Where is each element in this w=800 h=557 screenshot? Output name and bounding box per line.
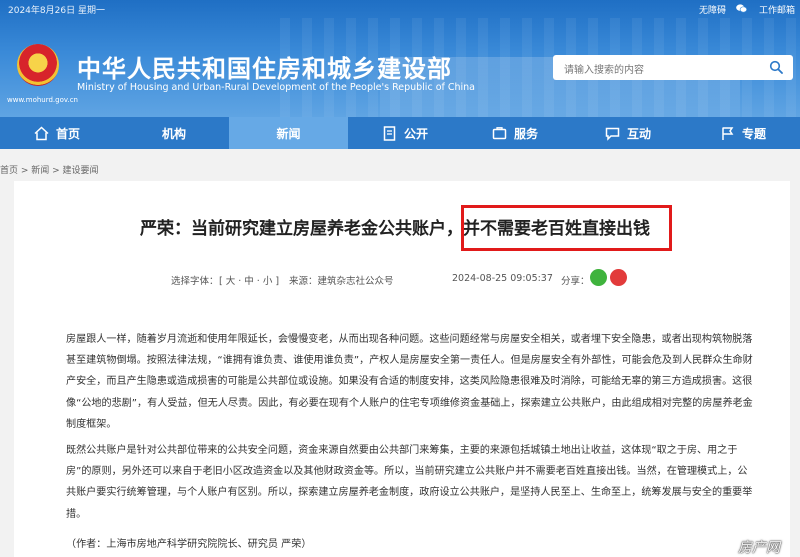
nav-label-topics: 专题 <box>742 126 767 141</box>
article-time: 2024-08-25 09:05:37 <box>452 273 553 284</box>
service-icon <box>492 126 507 139</box>
watermark: 房产网 <box>738 540 780 556</box>
flag-icon <box>722 126 734 140</box>
nav-item-news[interactable]: 新闻 <box>229 117 348 149</box>
article-author: （作者：上海市房地产科学研究院院长、研究员 严荣） <box>66 539 312 550</box>
share-wechat-icon[interactable] <box>590 269 607 286</box>
main-navigation: 首页 机构 新闻 公开 服务 互动 专题 <box>0 117 800 149</box>
share-label: 分享： <box>561 276 590 287</box>
article-paragraph-1: 房屋跟人一样，随着岁月流逝和使用年限延长，会慢慢变老，从而出现各种问题。这些问题… <box>66 334 753 430</box>
nav-item-service[interactable]: 服务 <box>491 117 538 149</box>
wechat-icon[interactable] <box>736 4 747 13</box>
font-size-options[interactable]: [ 大 · 中 · 小 ] <box>219 273 279 287</box>
nav-item-home[interactable]: 首页 <box>33 117 80 149</box>
nav-item-topics[interactable]: 专题 <box>719 117 766 149</box>
nav-label-organization: 机构 <box>162 126 187 141</box>
article-title-part1: 严荣：当前研究建立房屋养老金公共账户， <box>140 219 463 239</box>
share-weibo-icon[interactable] <box>610 269 627 286</box>
nav-label-home: 首页 <box>56 126 81 141</box>
accessibility-link[interactable]: 无障碍 <box>699 3 726 16</box>
article-paragraph-2: 既然公共账户是针对公共部位带来的公共安全问题，资金来源自然要由公共部门来筹集，主… <box>66 445 753 520</box>
red-highlight-box <box>461 205 672 251</box>
work-email-link[interactable]: 工作邮箱 <box>759 3 795 16</box>
site-title[interactable]: 中华人民共和国住房和城乡建设部 <box>77 49 452 84</box>
article-source: 来源：建筑杂志社公众号 <box>289 276 394 287</box>
nav-label-news: 新闻 <box>276 126 301 141</box>
site-subtitle: Ministry of Housing and Urban-Rural Deve… <box>77 82 476 93</box>
home-icon <box>34 125 49 140</box>
search-icon[interactable] <box>769 60 783 74</box>
chat-icon <box>605 127 620 141</box>
site-domain: www.mohurd.gov.cn <box>7 96 78 104</box>
nav-label-service: 服务 <box>514 126 539 141</box>
national-emblem-logo[interactable] <box>17 44 59 86</box>
top-utility-bar: 2024年8月26日 星期一 无障碍 工作邮箱 <box>0 0 800 20</box>
nav-label-interaction: 互动 <box>627 126 652 141</box>
current-date: 2024年8月26日 星期一 <box>8 6 105 16</box>
site-header: 2024年8月26日 星期一 无障碍 工作邮箱 中华人民共和国住房和城乡建设部 … <box>0 0 800 117</box>
nav-item-public[interactable]: 公开 <box>381 117 428 149</box>
nav-item-organization[interactable]: 机构 <box>162 117 186 149</box>
search-box[interactable]: 请输入搜索的内容 <box>553 55 793 80</box>
font-size-label: 选择字体： <box>171 276 219 287</box>
search-input[interactable]: 请输入搜索的内容 <box>564 61 644 76</box>
nav-item-interaction[interactable]: 互动 <box>604 117 651 149</box>
breadcrumb[interactable]: 首页 > 新闻 > 建设要闻 <box>0 163 99 176</box>
nav-label-public: 公开 <box>404 126 429 141</box>
document-icon <box>383 125 396 141</box>
